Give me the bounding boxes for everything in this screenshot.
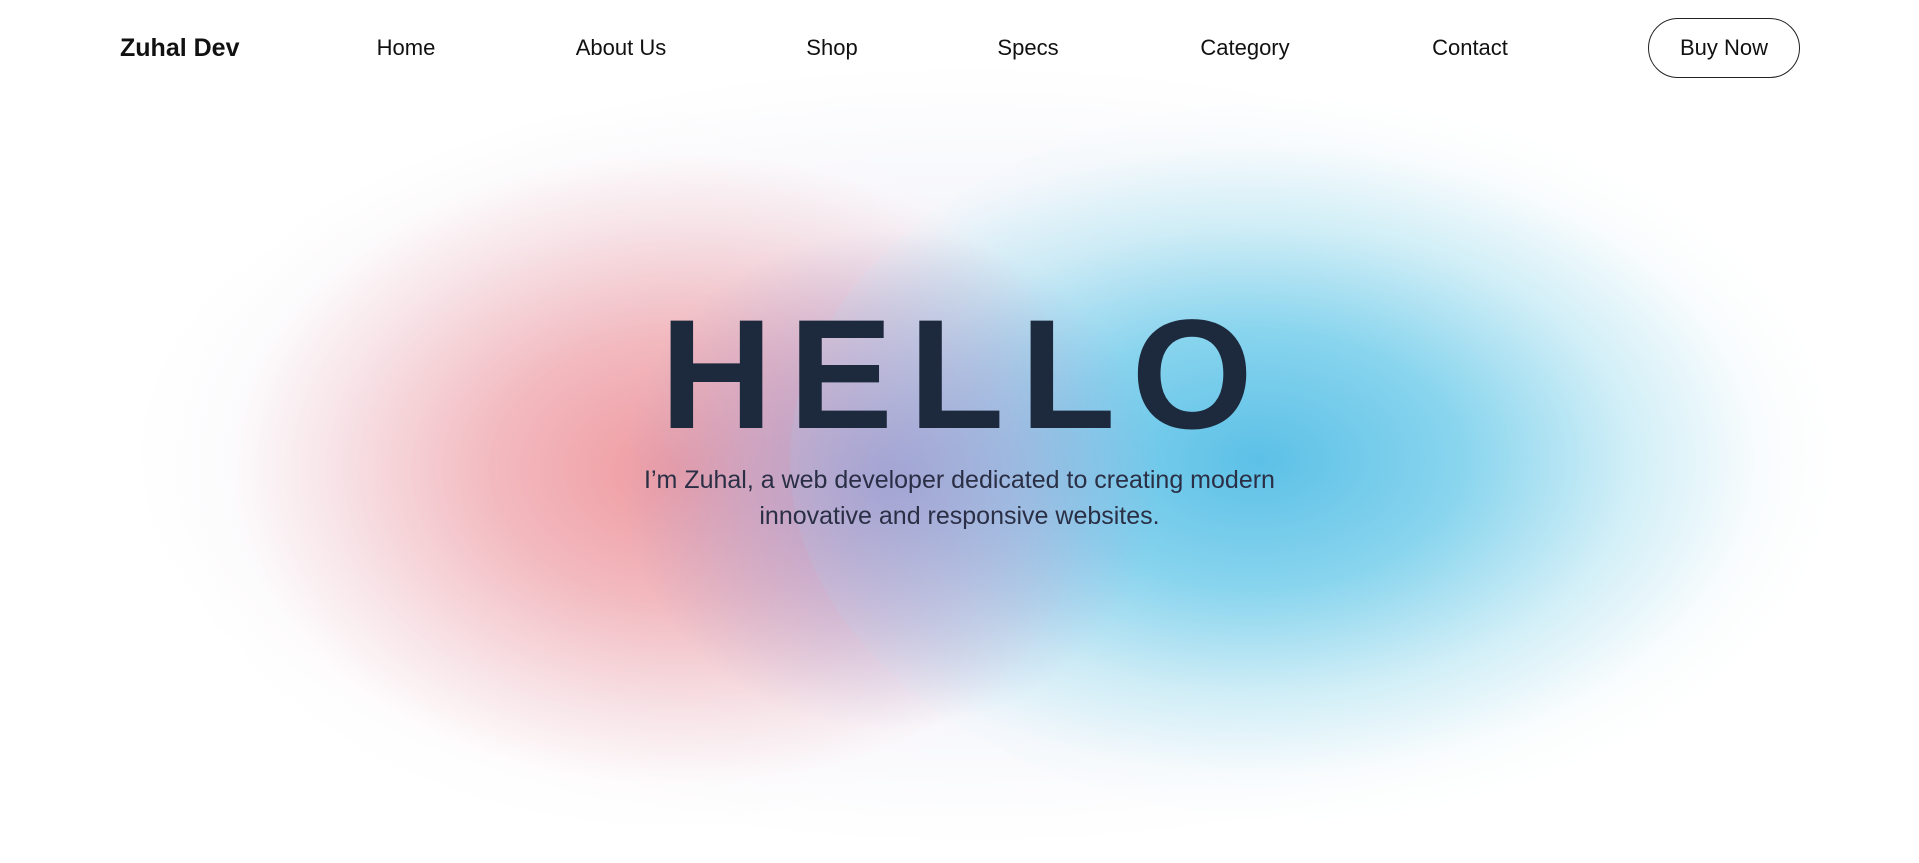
nav-item-shop[interactable]: Shop [806, 34, 857, 62]
hero-subtitle: I’m Zuhal, a web developer dedicated to … [0, 462, 1919, 534]
nav-item-home[interactable]: Home [377, 34, 436, 62]
nav-item-contact[interactable]: Contact [1432, 34, 1508, 62]
nav-item-category[interactable]: Category [1200, 34, 1289, 62]
hero-subtitle-line-2: innovative and responsive websites. [759, 502, 1160, 530]
site-header: Zuhal Dev Home About Us Shop Specs Categ… [0, 0, 1919, 96]
buy-now-button[interactable]: Buy Now [1648, 18, 1800, 78]
hero-subtitle-line-1: I’m Zuhal, a web developer dedicated to … [644, 466, 1275, 494]
main-nav: Home About Us Shop Specs Category Contac… [0, 34, 1919, 64]
hero-title: HELLO [660, 288, 1269, 462]
landing-page: Zuhal Dev Home About Us Shop Specs Categ… [0, 0, 1919, 863]
nav-item-about-us[interactable]: About Us [576, 34, 667, 62]
nav-item-specs[interactable]: Specs [997, 34, 1058, 62]
